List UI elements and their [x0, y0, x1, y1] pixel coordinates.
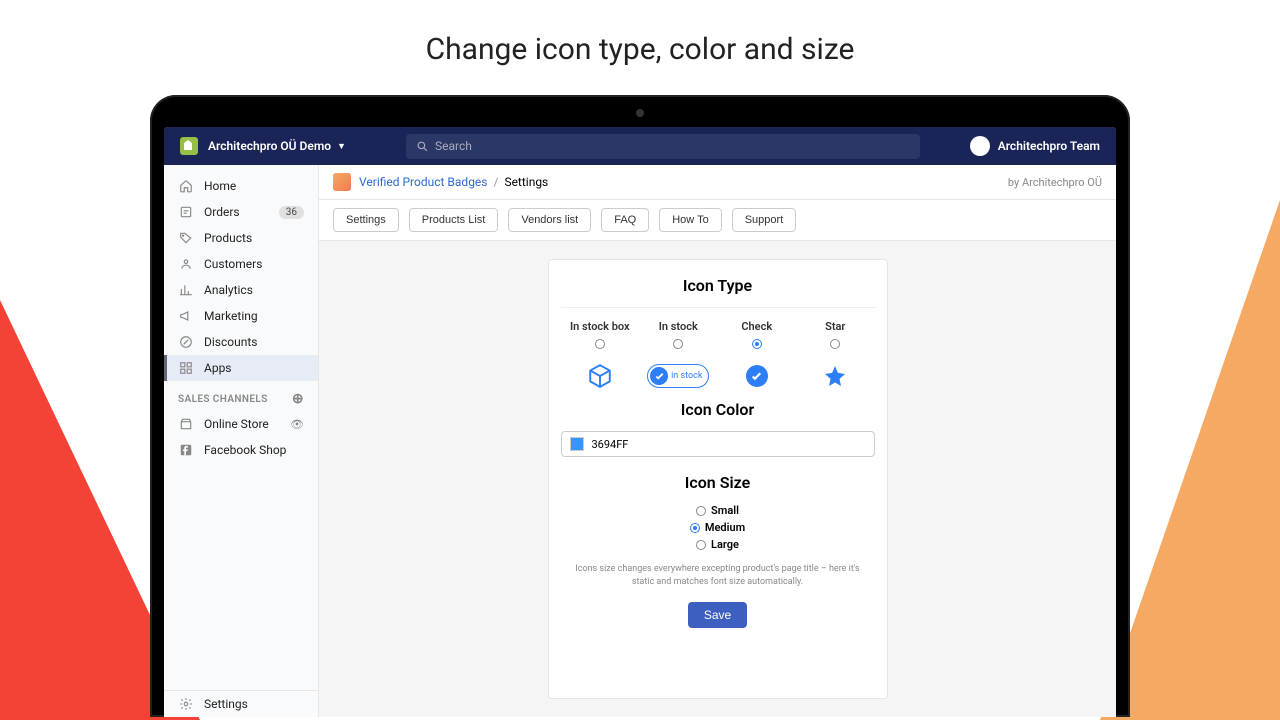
color-value: 3694FF: [592, 438, 629, 451]
screen: Architechpro OÜ Demo ▼ Search Architechp…: [164, 127, 1116, 717]
app-badge-icon: [333, 173, 351, 191]
radio-check[interactable]: [752, 339, 762, 349]
size-option-medium[interactable]: Medium: [690, 521, 745, 534]
preview-pill-icon: in stock: [639, 362, 718, 390]
facebook-icon: [178, 442, 194, 458]
save-bar: Save: [561, 602, 875, 628]
breadcrumb-app[interactable]: Verified Product Badges: [359, 175, 487, 189]
tab-how-to[interactable]: How To: [659, 208, 721, 232]
main: Home Orders36 Products Customers Analyti…: [164, 165, 1116, 717]
color-swatch: [570, 437, 584, 451]
size-options: Small Medium Large: [561, 504, 875, 551]
radio-star[interactable]: [830, 339, 840, 349]
sidebar-section-sales-channels: SALES CHANNELS⊕: [164, 381, 318, 411]
radio-in-stock[interactable]: [673, 339, 683, 349]
icon-size-title: Icon Size: [561, 473, 875, 492]
home-icon: [178, 178, 194, 194]
sidebar: Home Orders36 Products Customers Analyti…: [164, 165, 319, 717]
content: Verified Product Badges / Settings by Ar…: [319, 165, 1116, 717]
divider: [561, 307, 875, 308]
customers-icon: [178, 256, 194, 272]
tabs: Settings Products List Vendors list FAQ …: [319, 200, 1116, 241]
icon-type-option-check: Check: [718, 320, 797, 390]
sidebar-item-facebook-shop[interactable]: Facebook Shop: [164, 437, 318, 463]
icon-color-title: Icon Color: [561, 400, 875, 419]
sidebar-item-home[interactable]: Home: [164, 173, 318, 199]
icon-type-options: In stock box In stock in stock: [561, 320, 875, 390]
sidebar-item-customers[interactable]: Customers: [164, 251, 318, 277]
preview-star-icon: [796, 362, 875, 390]
sidebar-item-analytics[interactable]: Analytics: [164, 277, 318, 303]
panel-wrap: Icon Type In stock box In stock: [319, 241, 1116, 717]
search-icon: [416, 140, 429, 153]
page-heading: Change icon type, color and size: [0, 0, 1280, 95]
save-button[interactable]: Save: [688, 602, 747, 628]
color-input[interactable]: 3694FF: [561, 431, 875, 457]
icon-type-option-box: In stock box: [561, 320, 640, 390]
size-option-small[interactable]: Small: [696, 504, 739, 517]
sidebar-item-orders[interactable]: Orders36: [164, 199, 318, 225]
breadcrumb-by: by Architechpro OÜ: [1008, 176, 1102, 189]
icon-type-title: Icon Type: [561, 276, 875, 295]
team-menu[interactable]: Architechpro Team: [970, 136, 1100, 156]
orders-badge: 36: [279, 206, 304, 219]
icon-type-option-star: Star: [796, 320, 875, 390]
orders-icon: [178, 204, 194, 220]
topbar: Architechpro OÜ Demo ▼ Search Architechp…: [164, 127, 1116, 165]
search-input[interactable]: Search: [406, 134, 920, 159]
store-icon: [178, 416, 194, 432]
tab-support[interactable]: Support: [732, 208, 797, 232]
laptop-frame: Architechpro OÜ Demo ▼ Search Architechp…: [150, 95, 1130, 717]
icon-type-option-instock: In stock in stock: [639, 320, 718, 390]
caret-down-icon[interactable]: ▼: [337, 141, 346, 152]
breadcrumb: Verified Product Badges / Settings by Ar…: [319, 165, 1116, 200]
preview-check-icon: [718, 362, 797, 390]
tag-icon: [178, 230, 194, 246]
discount-icon: [178, 334, 194, 350]
team-name: Architechpro Team: [998, 139, 1100, 153]
shopify-logo-icon: [180, 137, 198, 155]
settings-panel: Icon Type In stock box In stock: [548, 259, 888, 699]
tab-products-list[interactable]: Products List: [409, 208, 499, 232]
size-note: Icons size changes everywhere excepting …: [561, 559, 875, 592]
size-option-large[interactable]: Large: [696, 538, 739, 551]
sidebar-item-products[interactable]: Products: [164, 225, 318, 251]
sidebar-item-discounts[interactable]: Discounts: [164, 329, 318, 355]
search-placeholder: Search: [435, 139, 472, 153]
sidebar-item-online-store[interactable]: Online Store👁: [164, 411, 318, 437]
tab-faq[interactable]: FAQ: [601, 208, 649, 232]
apps-icon: [178, 360, 194, 376]
analytics-icon: [178, 282, 194, 298]
eye-icon[interactable]: 👁: [290, 418, 304, 431]
preview-box-icon: [561, 362, 640, 390]
sidebar-item-marketing[interactable]: Marketing: [164, 303, 318, 329]
radio-in-stock-box[interactable]: [595, 339, 605, 349]
megaphone-icon: [178, 308, 194, 324]
sidebar-item-settings[interactable]: Settings: [164, 690, 318, 717]
gear-icon: [178, 696, 194, 712]
breadcrumb-sep: /: [493, 175, 498, 189]
camera-dot: [636, 109, 644, 117]
store-name[interactable]: Architechpro OÜ Demo: [208, 139, 331, 153]
tab-vendors-list[interactable]: Vendors list: [508, 208, 591, 232]
avatar-icon: [970, 136, 990, 156]
tab-settings[interactable]: Settings: [333, 208, 399, 232]
sidebar-item-apps[interactable]: Apps: [164, 355, 318, 381]
breadcrumb-page: Settings: [504, 175, 548, 189]
plus-icon[interactable]: ⊕: [292, 391, 304, 407]
